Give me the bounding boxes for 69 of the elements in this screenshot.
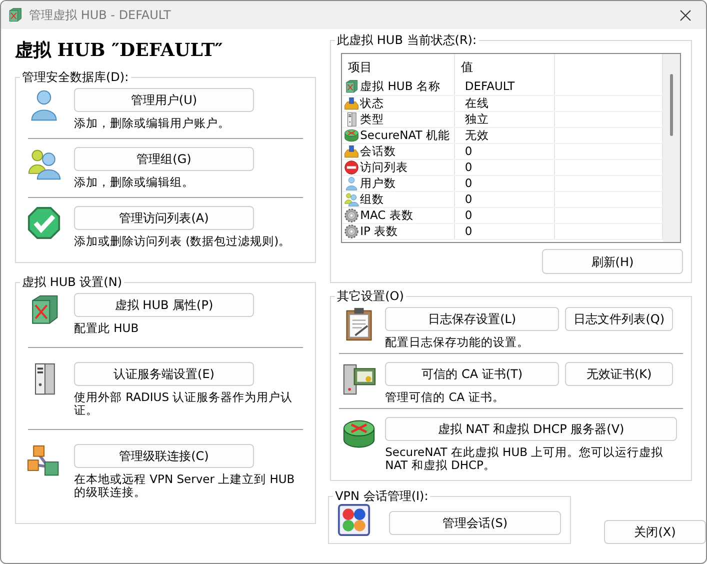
table-cell: SecureNAT 机能 [360,128,450,142]
table-cell: 0 [454,207,554,223]
checkmark-icon [27,206,61,240]
table-cell: 独立 [454,111,554,127]
certificate-icon [342,362,376,396]
colored-dots-icon [337,503,372,537]
group-title: 其它设置(O) [336,289,405,303]
refresh-button[interactable]: 刷新(H) [542,249,683,274]
table-cell: MAC 表数 [360,208,414,222]
action-button[interactable]: 可信的 CA 证书(T) [385,362,560,386]
description-text: 在本地或远程 VPN Server 上建立到 HUB 的级联连接。 [74,473,296,499]
action-button[interactable]: 管理级联连接(C) [74,444,254,468]
group-title: 虚拟 HUB 设置(N) [21,275,124,289]
action-button[interactable]: 管理组(G) [74,147,254,171]
action-button[interactable]: 日志文件列表(Q) [565,307,674,331]
description-text: 添加，删除或编辑组。 [74,176,195,189]
table-cell: DEFAULT [454,79,554,95]
description-text: SecureNAT 在此虚拟 HUB 上可用。您可以运行虚拟 NAT 和虚拟 DHCP。 [385,446,664,472]
table-cell: 用户数 [360,176,396,190]
router-icon [344,128,360,142]
description-text: 配置此 HUB [74,322,140,335]
action-button[interactable]: 日志保存设置(L) [385,307,560,331]
table-cell: 0 [454,191,554,207]
column-header[interactable]: 值 [454,54,554,79]
group-title: VPN 会话管理(I): [334,489,430,503]
group-title: 此虚拟 HUB 当前状态(R): [336,33,478,47]
gear-icon [344,208,360,222]
close-icon [680,10,690,20]
users-icon [27,147,61,181]
table-cell: 状态 [360,96,384,110]
table-cell: IP 表数 [360,224,398,238]
gear-icon [344,224,360,238]
table-cell: 0 [454,159,554,175]
action-button[interactable]: 虚拟 NAT 和虚拟 DHCP 服务器(V) [385,417,678,441]
action-button[interactable]: 管理用户(U) [74,88,254,112]
hub-icon [344,79,360,94]
table-cell: 在线 [454,95,554,111]
tray-icon [344,96,360,110]
description-text: 配置日志保存功能的设置。 [385,336,530,349]
window-title: 管理虚拟 HUB - DEFAULT [29,7,171,24]
group-title: 管理安全数据库(D): [21,70,130,84]
description-text: 使用外部 RADIUS 认证服务器作为用户认证。 [74,391,294,417]
column-header[interactable]: 项目 [342,54,454,79]
table-cell: 类型 [360,112,384,126]
table-cell: 虚拟 HUB 名称 [360,79,440,94]
description-text: 添加，删除或编辑用户账户。 [74,117,231,130]
tray-icon [344,144,360,158]
manage-sessions-button[interactable]: 管理会话(S) [389,511,562,535]
hub-icon [7,7,23,23]
table-cell: 无效 [454,127,554,143]
users-icon [344,192,360,206]
network-icon [27,444,61,478]
hub-heading: 虚拟 HUB ″DEFAULT″ [15,39,224,63]
close-dialog-button[interactable]: 关闭(X) [604,520,706,544]
description-text: 添加或删除访问列表 (数据包过滤规则)。 [74,235,292,248]
action-button[interactable]: 认证服务端设置(E) [74,362,254,386]
table-cell: 访问列表 [360,160,408,174]
action-button[interactable]: 虚拟 HUB 属性(P) [74,293,254,317]
table-cell: 会话数 [360,144,396,158]
scrollbar[interactable] [663,54,680,242]
no-entry-icon [344,160,360,174]
table-cell: 0 [454,223,554,239]
table-cell: 0 [454,143,554,159]
description-text: 管理可信的 CA 证书。 [385,391,506,404]
action-button[interactable]: 无效证书(K) [565,362,674,386]
table-cell: 0 [454,175,554,191]
user-icon [344,176,360,190]
action-button[interactable]: 管理访问列表(A) [74,206,254,230]
table-cell: 组数 [360,192,384,206]
